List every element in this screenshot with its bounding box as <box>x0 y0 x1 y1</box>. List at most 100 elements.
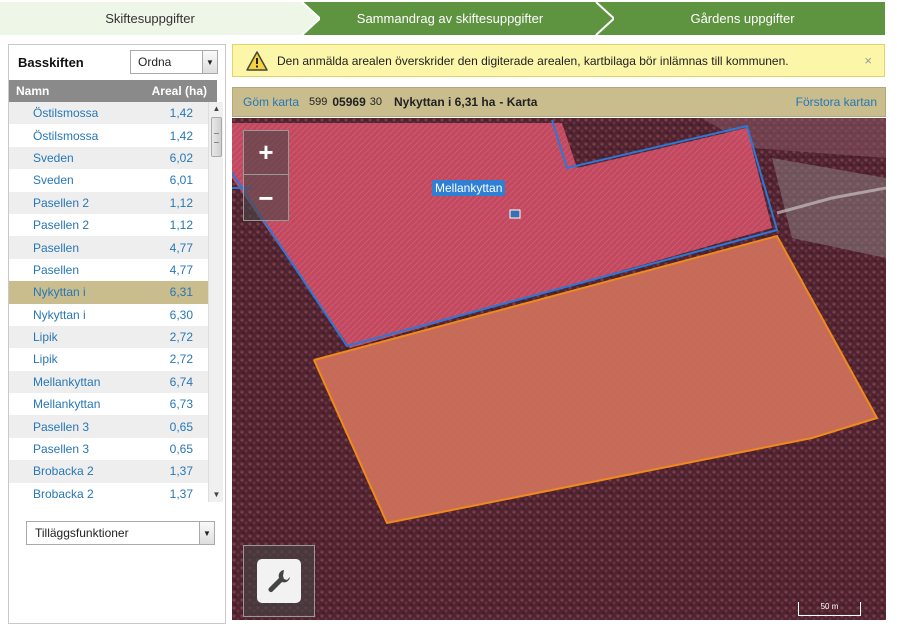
column-header-area[interactable]: Areal (ha) <box>152 84 207 98</box>
list-item[interactable]: Lipik 2,72 <box>9 348 208 371</box>
list-item-area: 1,37 <box>169 486 193 501</box>
table-header: Namn Areal (ha) <box>9 80 217 102</box>
zoom-control: + − <box>243 130 289 221</box>
field-code-prefix: 599 <box>309 96 328 108</box>
list-item-area: 1,12 <box>169 218 193 233</box>
extra-functions-select[interactable]: Tilläggsfunktioner ▼ <box>26 521 215 545</box>
list-item-name: Brobacka 2 <box>33 464 94 479</box>
list-item[interactable]: Östilsmossa 1,42 <box>9 124 208 147</box>
warning-icon <box>246 50 268 71</box>
tab-label: Gårdens uppgifter <box>690 11 795 26</box>
list-item-name: Brobacka 2 <box>33 486 94 501</box>
list-item[interactable]: Nykyttan i 6,30 <box>9 303 208 326</box>
list-item-name: Lipik <box>33 352 58 367</box>
field-code-suffix: 30 <box>369 96 382 108</box>
list-item-area: 0,65 <box>169 442 193 457</box>
map-view[interactable]: + − Mellankyttan 50 m <box>232 118 886 620</box>
list-item[interactable]: Pasellen 4,77 <box>9 258 208 282</box>
list-item-area: 2,72 <box>169 330 193 345</box>
list-item-name: Pasellen 3 <box>33 419 90 434</box>
list-item-area: 2,72 <box>169 352 193 367</box>
warning-banner: Den anmälda arealen överskrider den digi… <box>232 44 885 77</box>
hide-map-link[interactable]: Göm karta <box>243 95 299 109</box>
list-item[interactable]: Nykyttan i 6,31 <box>9 281 208 304</box>
list-item-area: 6,74 <box>169 374 193 389</box>
list-item[interactable]: Brobacka 2 1,37 <box>9 460 208 483</box>
tab-label: Skiftesuppgifter <box>105 11 195 26</box>
step-separator <box>298 2 320 35</box>
step-separator <box>592 2 614 35</box>
wrench-icon-graphic <box>268 570 290 592</box>
list-item[interactable]: Pasellen 2 1,12 <box>9 191 208 214</box>
scroll-up-icon[interactable]: ▲ <box>209 102 224 116</box>
field-code-main: 05969 <box>332 95 366 109</box>
list-item-area: 1,42 <box>169 106 193 121</box>
list-item-name: Nykyttan i <box>33 307 86 322</box>
list-item-area: 6,30 <box>169 307 193 322</box>
list-item-name: Mellankyttan <box>33 397 101 412</box>
basskiften-panel: Basskiften Ordna ▼ Namn Areal (ha) Östil… <box>8 44 226 624</box>
tab-gardens-uppgifter[interactable]: Gårdens uppgifter <box>600 2 885 35</box>
list-item-name: Pasellen 2 <box>33 195 90 210</box>
list-item-area: 4,77 <box>169 240 193 255</box>
map-scale: 50 m <box>798 602 861 616</box>
map-header: Göm karta 599 05969 30 Nykyttan i 6,31 h… <box>232 87 886 117</box>
warning-text: Den anmälda arealen överskrider den digi… <box>277 53 789 68</box>
tab-label: Sammandrag av skiftesuppgifter <box>356 11 544 26</box>
scroll-down-icon[interactable]: ▼ <box>209 488 224 502</box>
list-item-name: Östilsmossa <box>33 106 99 121</box>
column-header-name[interactable]: Namn <box>16 84 49 98</box>
list-item[interactable]: Mellankyttan 6,73 <box>9 393 208 416</box>
map-tools-button[interactable] <box>243 545 315 617</box>
list-item-name: Östilsmossa <box>33 128 99 143</box>
list-item[interactable]: Pasellen 2 1,12 <box>9 213 208 237</box>
tab-skiftesuppgifter[interactable]: Skiftesuppgifter <box>0 2 300 35</box>
list-item[interactable]: Sveden 6,02 <box>9 146 208 170</box>
list-item-area: 4,77 <box>169 262 193 277</box>
map-title: Nykyttan i 6,31 ha <box>394 95 496 109</box>
list-item[interactable]: Lipik 2,72 <box>9 325 208 349</box>
zoom-out-button[interactable]: − <box>244 176 288 220</box>
map-title-suffix: - Karta <box>499 95 538 109</box>
tab-sammandrag[interactable]: Sammandrag av skiftesuppgifter <box>300 2 600 35</box>
list-item-area: 1,12 <box>169 195 193 210</box>
list-item-area: 6,31 <box>169 285 193 300</box>
list-item[interactable]: Sveden 6,01 <box>9 169 208 192</box>
wrench-icon[interactable] <box>257 559 301 603</box>
list-item-area: 6,73 <box>169 397 193 412</box>
list-item[interactable]: Östilsmossa 1,42 <box>9 102 208 125</box>
list-scrollbar[interactable]: ▲ ▼ <box>208 102 223 502</box>
list-item-name: Pasellen 3 <box>33 442 90 457</box>
close-icon[interactable]: × <box>864 53 872 68</box>
list-item-name: Sveden <box>33 173 74 188</box>
list-item-area: 6,02 <box>169 150 193 165</box>
scrollbar-thumb[interactable] <box>211 117 222 157</box>
aerial-map-image <box>232 118 886 620</box>
list-item[interactable]: Mellankyttan 6,74 <box>9 370 208 394</box>
list-item-name: Pasellen 2 <box>33 218 90 233</box>
list-item[interactable]: Brobacka 2 1,37 <box>9 482 208 502</box>
list-item-name: Nykyttan i <box>33 285 86 300</box>
chevron-down-icon[interactable]: ▼ <box>202 51 217 73</box>
chevron-down-icon[interactable]: ▼ <box>199 522 214 544</box>
sort-value: Ordna <box>138 55 172 69</box>
panel-header: Basskiften Ordna ▼ <box>9 45 225 79</box>
basskiften-list: Östilsmossa 1,42 Östilsmossa 1,42 Sveden 6,02… <box>9 102 208 502</box>
list-item-name: Mellankyttan <box>33 374 101 389</box>
zoom-in-button[interactable]: + <box>244 131 288 175</box>
list-item-area: 1,37 <box>169 464 193 479</box>
list-item-name: Sveden <box>33 150 74 165</box>
list-item[interactable]: Pasellen 4,77 <box>9 236 208 259</box>
list-item-area: 1,42 <box>169 128 193 143</box>
list-item-name: Pasellen <box>33 240 80 255</box>
field-label[interactable]: Mellankyttan <box>432 180 506 196</box>
list-item-name: Lipik <box>33 330 58 345</box>
list-item[interactable]: Pasellen 3 0,65 <box>9 415 208 438</box>
list-item[interactable]: Pasellen 3 0,65 <box>9 437 208 461</box>
list-item-area: 6,01 <box>169 173 193 188</box>
list-item-area: 0,65 <box>169 419 193 434</box>
step-navigation: Skiftesuppgifter Sammandrag av skiftesup… <box>0 0 897 37</box>
sort-select[interactable]: Ordna ▼ <box>130 50 218 74</box>
list-item-name: Pasellen <box>33 262 80 277</box>
enlarge-map-link[interactable]: Förstora kartan <box>796 95 877 109</box>
